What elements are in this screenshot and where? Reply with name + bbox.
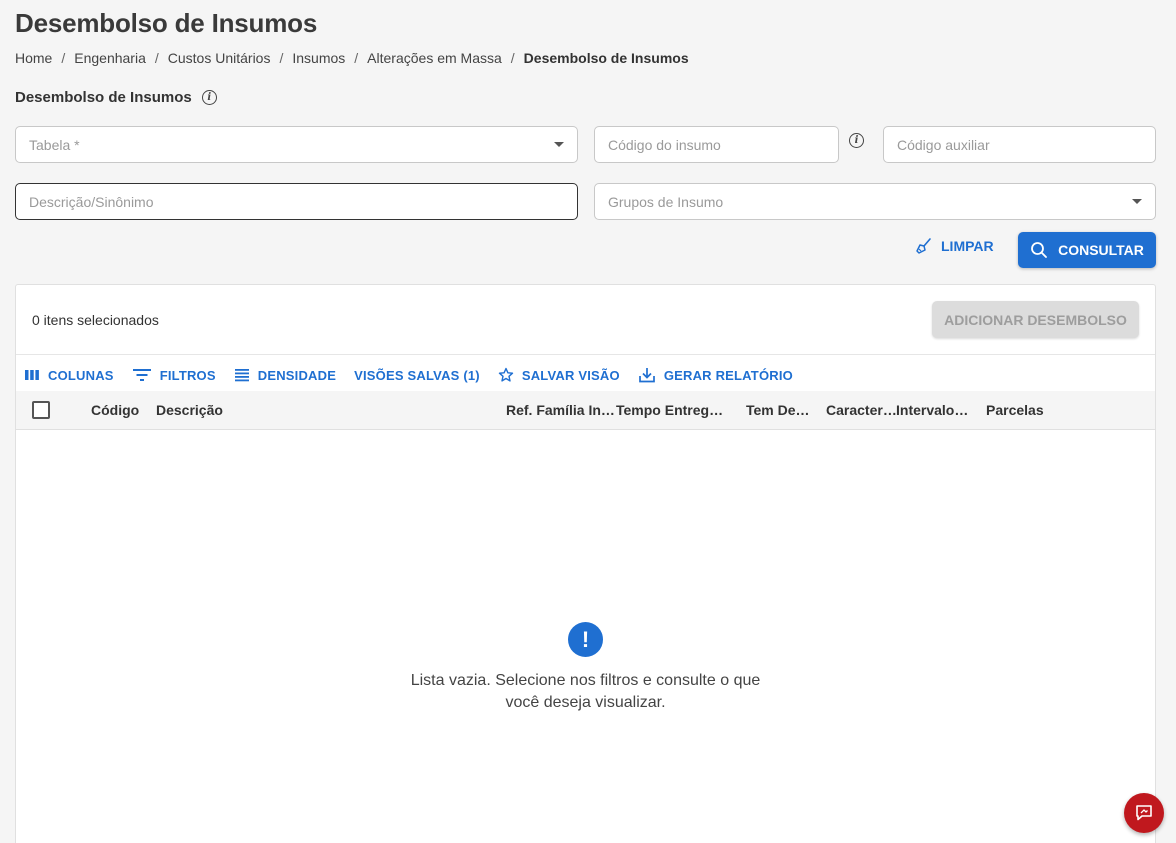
gerar-relatorio-button[interactable]: GERAR RELATÓRIO xyxy=(638,367,793,383)
codigo-auxiliar-placeholder: Código auxiliar xyxy=(897,136,990,153)
salvar-visao-label: SALVAR VISÃO xyxy=(521,367,620,383)
column-header-intervalo[interactable]: Intervalo … xyxy=(896,402,971,418)
chat-icon xyxy=(1136,805,1152,821)
column-header-tem-desembolso[interactable]: Tem Des… xyxy=(746,402,816,418)
empty-state: ! Lista vazia. Selecione nos filtros e c… xyxy=(16,622,1155,714)
breadcrumb-insumos[interactable]: Insumos xyxy=(292,50,345,66)
column-header-descricao[interactable]: Descrição xyxy=(156,402,456,418)
breadcrumb-separator: / xyxy=(61,50,66,66)
column-header-caracteristica[interactable]: Caracterí… xyxy=(826,402,898,418)
column-header-tempo-entrega[interactable]: Tempo Entrega… xyxy=(616,402,728,418)
section-title-text: Desembolso de Insumos xyxy=(15,89,192,106)
broom-icon xyxy=(916,238,931,254)
tabela-select[interactable]: Tabela * xyxy=(15,126,578,163)
table-header: Código Descrição Ref. Família Ins… Tempo… xyxy=(16,391,1155,430)
grupos-placeholder: Grupos de Insumo xyxy=(608,193,724,210)
colunas-label: COLUNAS xyxy=(48,367,114,383)
column-header-codigo[interactable]: Código xyxy=(91,402,151,418)
colunas-button[interactable]: COLUNAS xyxy=(24,368,114,383)
info-icon[interactable]: i xyxy=(849,133,864,148)
select-all-checkbox[interactable] xyxy=(32,401,50,419)
gerar-relatorio-label: GERAR RELATÓRIO xyxy=(663,367,793,383)
filter-icon xyxy=(132,369,151,381)
breadcrumb-current: Desembolso de Insumos xyxy=(523,50,689,66)
breadcrumb-alteracoes-em-massa[interactable]: Alterações em Massa xyxy=(367,50,502,66)
page-title: Desembolso de Insumos xyxy=(15,8,318,38)
chevron-down-icon xyxy=(1132,199,1142,204)
breadcrumb-separator: / xyxy=(510,50,515,66)
breadcrumb-separator: / xyxy=(354,50,359,66)
consultar-label: CONSULTAR xyxy=(1058,242,1144,258)
limpar-label: LIMPAR xyxy=(941,238,994,254)
download-icon xyxy=(638,368,655,383)
search-icon xyxy=(1031,242,1047,258)
tabela-placeholder: Tabela * xyxy=(29,136,80,153)
codigo-auxiliar-input[interactable]: Código auxiliar xyxy=(883,126,1156,163)
empty-state-message: Lista vazia. Selecione nos filtros e con… xyxy=(410,672,761,711)
columns-icon xyxy=(25,370,39,380)
chat-button[interactable] xyxy=(1124,793,1164,833)
data-grid-card: 0 itens selecionados ADICIONAR DESEMBOLS… xyxy=(15,284,1156,843)
breadcrumb-home[interactable]: Home xyxy=(15,50,52,66)
visoes-salvas-label: VISÕES SALVAS (1) xyxy=(354,367,480,383)
selected-count: 0 itens selecionados xyxy=(32,312,159,328)
codigo-insumo-placeholder: Código do insumo xyxy=(608,136,721,153)
filtros-label: FILTROS xyxy=(159,367,216,383)
section-title: Desembolso de Insumos i xyxy=(15,89,217,106)
alert-icon: ! xyxy=(568,622,603,657)
descricao-input[interactable]: Descrição/Sinônimo xyxy=(15,183,578,220)
breadcrumb: Home / Engenharia / Custos Unitários / I… xyxy=(15,50,689,66)
codigo-insumo-input[interactable]: Código do insumo xyxy=(594,126,839,163)
breadcrumb-separator: / xyxy=(279,50,284,66)
densidade-button[interactable]: DENSIDADE xyxy=(234,368,336,383)
info-icon[interactable]: i xyxy=(201,90,217,105)
visoes-salvas-button[interactable]: VISÕES SALVAS (1) xyxy=(354,368,480,383)
breadcrumb-separator: / xyxy=(154,50,159,66)
grupos-insumo-select[interactable]: Grupos de Insumo xyxy=(594,183,1156,220)
consultar-button[interactable]: CONSULTAR xyxy=(1018,232,1156,268)
salvar-visao-button[interactable]: SALVAR VISÃO xyxy=(498,367,620,383)
densidade-label: DENSIDADE xyxy=(257,367,337,383)
limpar-button[interactable]: LIMPAR xyxy=(915,237,994,255)
divider xyxy=(16,354,1155,355)
density-icon xyxy=(234,369,249,382)
column-header-ref-familia[interactable]: Ref. Família Ins… xyxy=(506,402,618,418)
grid-toolbar: COLUNAS FILTROS DENSIDADE VISÕES SALVAS … xyxy=(24,367,811,383)
chevron-down-icon xyxy=(554,142,564,147)
column-header-parcelas[interactable]: Parcelas xyxy=(986,402,1066,418)
descricao-placeholder: Descrição/Sinônimo xyxy=(29,193,154,210)
breadcrumb-custos-unitarios[interactable]: Custos Unitários xyxy=(168,50,271,66)
filtros-button[interactable]: FILTROS xyxy=(132,368,216,383)
star-icon xyxy=(498,367,514,382)
breadcrumb-engenharia[interactable]: Engenharia xyxy=(74,50,146,66)
adicionar-desembolso-button[interactable]: ADICIONAR DESEMBOLSO xyxy=(932,301,1139,338)
